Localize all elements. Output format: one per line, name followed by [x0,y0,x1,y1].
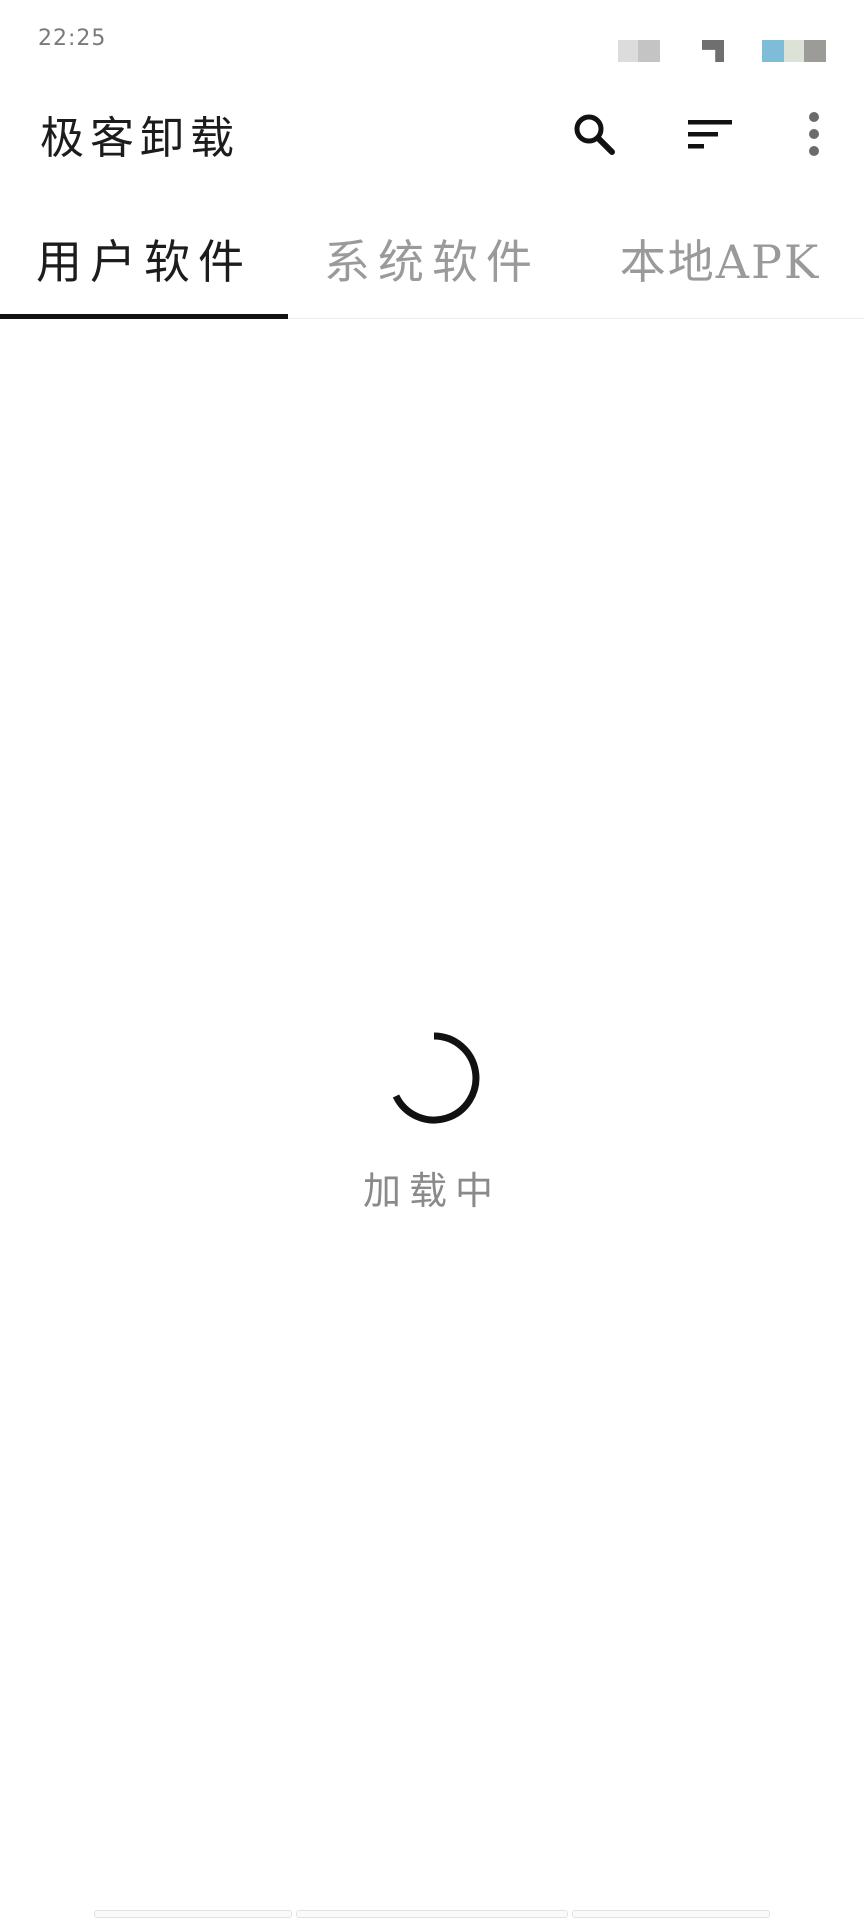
tab-local-apk[interactable]: 本地APK [576,200,864,318]
search-button[interactable] [564,104,624,164]
battery-icon [784,40,804,62]
status-time: 22:25 [38,26,107,51]
bottom-bar [94,1910,770,1918]
more-vert-icon [809,112,819,156]
tab-label: 系统软件 [324,235,540,289]
status-icons [618,40,842,62]
search-icon [574,114,615,155]
status-bar: 22:25 [0,0,864,80]
status-icon-block [638,40,660,62]
tab-user-apps[interactable]: 用户软件 [0,200,288,318]
loading-label: 加载中 [362,1169,501,1213]
status-icon-block [618,40,638,62]
loading-container: 加载中 [0,1030,864,1230]
tab-indicator [0,314,288,319]
app-bar: 极客卸载 [0,80,864,188]
app-screen: 22:25 极客卸载 用户软件 系统软件 本地APK 加载中 [0,0,864,1920]
bottom-segment [296,1910,568,1918]
tab-label: 本地APK [619,235,821,289]
bottom-segment [94,1910,292,1918]
more-options-button[interactable] [784,104,844,164]
signal-icon [702,40,724,62]
sort-button[interactable] [680,104,740,164]
battery-icon [762,40,784,62]
bottom-segment [572,1910,770,1918]
battery-icon [804,40,826,62]
tab-label: 用户软件 [36,235,252,289]
loading-spinner-icon [392,1032,480,1124]
app-title: 极客卸载 [40,113,240,164]
sort-icon [688,120,732,149]
tab-system-apps[interactable]: 系统软件 [288,200,576,318]
tab-bar: 用户软件 系统软件 本地APK [0,200,864,319]
